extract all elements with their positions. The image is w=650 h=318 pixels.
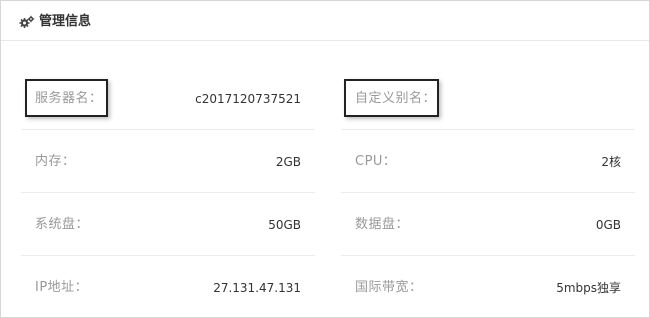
info-row-bandwidth: 国际带宽： 5mbps独享 bbox=[341, 256, 635, 318]
bandwidth-label: 国际带宽： bbox=[355, 280, 423, 295]
memory-value: 2GB bbox=[275, 155, 301, 169]
info-row-custom-alias: 自定义别名： bbox=[341, 67, 635, 130]
system-disk-label: 系统盘： bbox=[35, 217, 90, 232]
bandwidth-value: 5mbps独享 bbox=[556, 281, 621, 295]
info-row-cpu: CPU： 2核 bbox=[341, 130, 635, 193]
memory-label: 内存： bbox=[35, 154, 76, 169]
ip-address-value: 27.131.47.131 bbox=[213, 281, 301, 295]
management-info-panel: 管理信息 服务器名： c2017120737521 内存： 2GB 系统盘： 5… bbox=[0, 0, 650, 318]
info-row-data-disk: 数据盘： 0GB bbox=[341, 193, 635, 256]
server-name-label: 服务器名： bbox=[35, 91, 103, 106]
right-info-column: 自定义别名： CPU： 2核 数据盘： 0GB 国际带宽： 5mbps独享 bbox=[341, 67, 635, 318]
panel-title: 管理信息 bbox=[39, 14, 92, 29]
left-info-column: 服务器名： c2017120737521 内存： 2GB 系统盘： 50GB I… bbox=[21, 67, 315, 318]
info-row-ip-address: IP地址： 27.131.47.131 bbox=[21, 256, 315, 318]
data-disk-value: 0GB bbox=[595, 218, 621, 232]
data-disk-label: 数据盘： bbox=[355, 217, 410, 232]
info-row-memory: 内存： 2GB bbox=[21, 130, 315, 193]
cpu-label: CPU： bbox=[355, 154, 397, 169]
panel-header: 管理信息 bbox=[1, 1, 649, 41]
system-disk-value: 50GB bbox=[268, 218, 301, 232]
gears-icon bbox=[19, 15, 35, 28]
info-row-server-name: 服务器名： c2017120737521 bbox=[21, 67, 315, 130]
cpu-value: 2核 bbox=[601, 155, 621, 169]
custom-alias-label: 自定义别名： bbox=[355, 91, 437, 106]
info-row-system-disk: 系统盘： 50GB bbox=[21, 193, 315, 256]
ip-address-label: IP地址： bbox=[35, 280, 89, 295]
server-name-value: c2017120737521 bbox=[195, 92, 301, 106]
